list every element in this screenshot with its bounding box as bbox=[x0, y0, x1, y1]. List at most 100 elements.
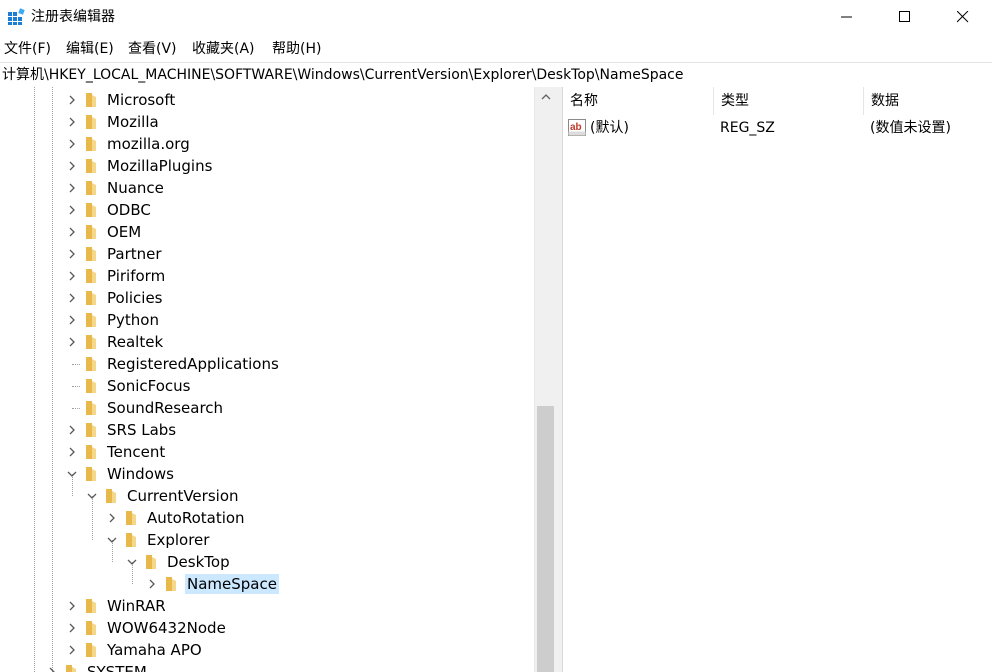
tree-item-winrar[interactable]: WinRAR bbox=[0, 595, 534, 617]
chevron-right-icon[interactable] bbox=[67, 601, 77, 611]
chevron-right-icon[interactable] bbox=[67, 315, 77, 325]
tree-item-autorotation[interactable]: AutoRotation bbox=[0, 507, 534, 529]
chevron-right-icon[interactable] bbox=[67, 161, 77, 171]
tree-item-partner[interactable]: Partner bbox=[0, 243, 534, 265]
chevron-right-icon[interactable] bbox=[147, 579, 157, 589]
tree-item-label[interactable]: WinRAR bbox=[105, 596, 168, 616]
chevron-right-icon[interactable] bbox=[67, 227, 77, 237]
folder-icon bbox=[126, 511, 136, 525]
chevron-down-icon[interactable] bbox=[127, 557, 137, 567]
chevron-down-icon[interactable] bbox=[107, 535, 117, 545]
chevron-right-icon[interactable] bbox=[67, 293, 77, 303]
tree-item-label[interactable]: Explorer bbox=[145, 530, 211, 550]
tree-item-label[interactable]: Policies bbox=[105, 288, 164, 308]
tree-item-label[interactable]: Nuance bbox=[105, 178, 166, 198]
registry-tree[interactable]: Microsoft Mozilla mozilla.org MozillaPlugin… bbox=[0, 87, 534, 672]
tree-item-label[interactable]: CurrentVersion bbox=[125, 486, 241, 506]
tree-item-system[interactable]: SYSTEM bbox=[0, 661, 534, 672]
tree-item-label[interactable]: SonicFocus bbox=[105, 376, 192, 396]
tree-item-label[interactable]: Windows bbox=[105, 464, 176, 484]
tree-item-microsoft[interactable]: Microsoft bbox=[0, 89, 534, 111]
tree-item-label[interactable]: DeskTop bbox=[165, 552, 232, 572]
tree-item-mozilla-org[interactable]: mozilla.org bbox=[0, 133, 534, 155]
menu-help[interactable]: 帮助(H) bbox=[272, 40, 321, 58]
tree-item-srs-labs[interactable]: SRS Labs bbox=[0, 419, 534, 441]
tree-item-desktop[interactable]: DeskTop bbox=[0, 551, 534, 573]
close-button[interactable] bbox=[934, 0, 992, 34]
tree-item-label[interactable]: Mozilla bbox=[105, 112, 161, 132]
tree-item-label[interactable]: Python bbox=[105, 310, 161, 330]
tree-item-label[interactable]: Partner bbox=[105, 244, 164, 264]
chevron-right-icon[interactable] bbox=[67, 183, 77, 193]
column-header-name[interactable]: 名称 bbox=[563, 87, 714, 115]
tree-item-currentversion[interactable]: CurrentVersion bbox=[0, 485, 534, 507]
value-row[interactable]: ab (默认) REG_SZ (数值未设置) bbox=[563, 117, 992, 139]
regedit-app-icon bbox=[8, 8, 25, 25]
menu-file[interactable]: 文件(F) bbox=[4, 40, 51, 58]
values-pane[interactable]: 名称 类型 数据 ab (默认) REG_SZ (数值未设置) bbox=[563, 87, 992, 672]
folder-icon bbox=[86, 181, 96, 195]
chevron-down-icon[interactable] bbox=[87, 491, 97, 501]
address-bar[interactable]: 计算机\HKEY_LOCAL_MACHINE\SOFTWARE\Windows\… bbox=[0, 62, 992, 88]
column-header-data[interactable]: 数据 bbox=[864, 87, 992, 115]
tree-item-python[interactable]: Python bbox=[0, 309, 534, 331]
tree-scrollbar[interactable] bbox=[534, 87, 557, 672]
tree-item-label[interactable]: MozillaPlugins bbox=[105, 156, 214, 176]
chevron-right-icon[interactable] bbox=[67, 623, 77, 633]
tree-item-namespace[interactable]: NameSpace bbox=[0, 573, 534, 595]
chevron-right-icon[interactable] bbox=[67, 205, 77, 215]
tree-item-sonicfocus[interactable]: SonicFocus bbox=[0, 375, 534, 397]
tree-item-mozillaplugins[interactable]: MozillaPlugins bbox=[0, 155, 534, 177]
tree-item-label[interactable]: SoundResearch bbox=[105, 398, 225, 418]
address-path[interactable]: 计算机\HKEY_LOCAL_MACHINE\SOFTWARE\Windows\… bbox=[0, 67, 683, 83]
tree-item-label[interactable]: SRS Labs bbox=[105, 420, 178, 440]
tree-item-odbc[interactable]: ODBC bbox=[0, 199, 534, 221]
tree-item-label[interactable]: RegisteredApplications bbox=[105, 354, 281, 374]
chevron-right-icon[interactable] bbox=[67, 447, 77, 457]
chevron-right-icon[interactable] bbox=[67, 271, 77, 281]
tree-item-yamaha-apo[interactable]: Yamaha APO bbox=[0, 639, 534, 661]
chevron-right-icon[interactable] bbox=[67, 95, 77, 105]
menu-view[interactable]: 查看(V) bbox=[128, 40, 177, 58]
chevron-down-icon[interactable] bbox=[67, 469, 77, 479]
tree-item-realtek[interactable]: Realtek bbox=[0, 331, 534, 353]
tree-item-piriform[interactable]: Piriform bbox=[0, 265, 534, 287]
chevron-right-icon[interactable] bbox=[67, 337, 77, 347]
tree-item-label[interactable]: Piriform bbox=[105, 266, 167, 286]
chevron-right-icon[interactable] bbox=[47, 667, 57, 672]
tree-item-label[interactable]: AutoRotation bbox=[145, 508, 247, 528]
column-header-type[interactable]: 类型 bbox=[714, 87, 864, 115]
tree-item-label[interactable]: mozilla.org bbox=[105, 134, 192, 154]
chevron-right-icon[interactable] bbox=[67, 117, 77, 127]
tree-item-nuance[interactable]: Nuance bbox=[0, 177, 534, 199]
tree-item-label[interactable]: ODBC bbox=[105, 200, 153, 220]
tree-item-windows[interactable]: Windows bbox=[0, 463, 534, 485]
tree-item-label[interactable]: SYSTEM bbox=[85, 662, 149, 672]
tree-item-mozilla[interactable]: Mozilla bbox=[0, 111, 534, 133]
tree-item-tencent[interactable]: Tencent bbox=[0, 441, 534, 463]
chevron-right-icon[interactable] bbox=[67, 249, 77, 259]
tree-item-label[interactable]: Realtek bbox=[105, 332, 165, 352]
menu-edit[interactable]: 编辑(E) bbox=[66, 40, 114, 58]
chevron-right-icon[interactable] bbox=[67, 139, 77, 149]
tree-item-oem[interactable]: OEM bbox=[0, 221, 534, 243]
menu-favorites[interactable]: 收藏夹(A) bbox=[192, 40, 255, 58]
tree-item-label[interactable]: WOW6432Node bbox=[105, 618, 228, 638]
scroll-up-button[interactable] bbox=[535, 87, 557, 107]
tree-item-soundresearch[interactable]: SoundResearch bbox=[0, 397, 534, 419]
tree-item-label[interactable]: Microsoft bbox=[105, 90, 177, 110]
chevron-right-icon[interactable] bbox=[107, 513, 117, 523]
tree-item-wow6432node[interactable]: WOW6432Node bbox=[0, 617, 534, 639]
tree-item-policies[interactable]: Policies bbox=[0, 287, 534, 309]
tree-item-explorer[interactable]: Explorer bbox=[0, 529, 534, 551]
tree-item-label[interactable]: Yamaha APO bbox=[105, 640, 204, 660]
chevron-right-icon[interactable] bbox=[67, 425, 77, 435]
tree-item-label[interactable]: OEM bbox=[105, 222, 143, 242]
tree-item-label[interactable]: NameSpace bbox=[185, 574, 279, 594]
tree-item-label[interactable]: Tencent bbox=[105, 442, 167, 462]
minimize-button[interactable] bbox=[818, 0, 876, 34]
scroll-thumb[interactable] bbox=[537, 406, 554, 672]
chevron-right-icon[interactable] bbox=[67, 645, 77, 655]
tree-item-registeredapplications[interactable]: RegisteredApplications bbox=[0, 353, 534, 375]
maximize-button[interactable] bbox=[876, 0, 934, 34]
